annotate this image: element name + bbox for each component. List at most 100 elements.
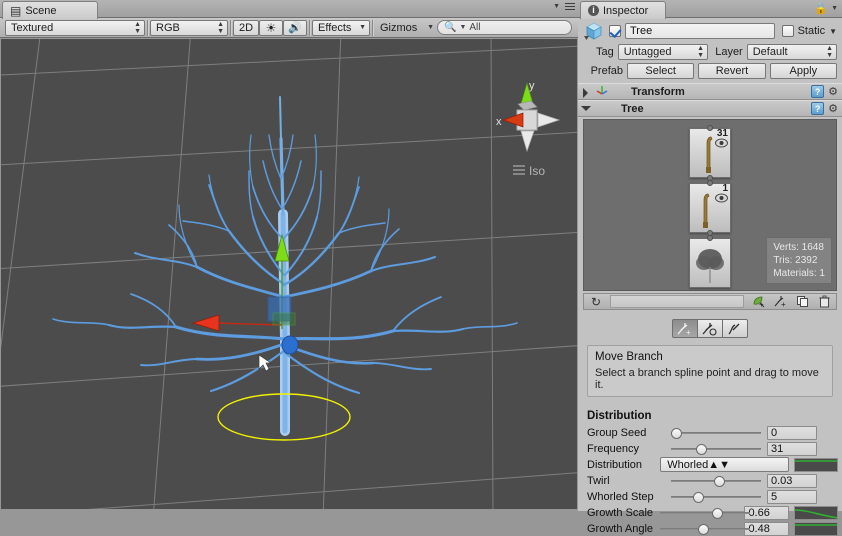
gizmos-dropdown[interactable]: Gizmos ▼ [375, 20, 437, 36]
updown-icon: ▲▼ [708, 458, 731, 471]
static-dropdown-arrow[interactable]: ▼ [829, 27, 837, 36]
property-row: Growth Angle 0.48 [587, 521, 838, 536]
updown-icon: ▲▼ [697, 45, 704, 59]
chevron-down-icon[interactable]: ▼ [831, 5, 838, 12]
projection-label: Iso [529, 164, 545, 178]
add-leaf-icon[interactable]: + [748, 294, 768, 309]
component-header-transform[interactable]: Transform ? ⚙ [578, 83, 842, 100]
tree-hierarchy-toolbar: ↻ + + [583, 293, 837, 310]
prefab-select-button[interactable]: Select [627, 63, 695, 79]
property-value: 5 [771, 490, 778, 503]
property-slider[interactable] [660, 506, 751, 520]
branch-move-tool-button[interactable]: + [672, 319, 698, 338]
slider-knob[interactable] [714, 475, 725, 487]
gizmo-xz-plane [272, 312, 296, 326]
property-label: Distribution [587, 458, 643, 471]
gameobject-name-input[interactable]: Tree [625, 23, 775, 39]
toolbar-separator [309, 19, 310, 36]
tree-node-leaf[interactable] [689, 235, 731, 288]
audio-toggle-button[interactable]: 🔊 [283, 19, 307, 36]
component-name-tree: Tree [621, 102, 644, 115]
foldout-arrow-icon[interactable] [582, 87, 591, 98]
help-icon[interactable]: ? [811, 102, 825, 115]
branch-freehand-tool-button[interactable] [722, 319, 748, 338]
layer-dropdown[interactable]: Default ▲ ▼ [746, 44, 837, 60]
property-value: 31 [771, 442, 784, 455]
materials-label: Materials: 1 [773, 268, 825, 279]
property-curve[interactable] [794, 521, 838, 536]
add-branch-icon[interactable]: + [770, 294, 790, 309]
inspector-panel: i Inspector 🔒 ▼ Tree Static ▼ Tag Untagg… [578, 0, 842, 536]
property-row: Twirl 0.03 [587, 473, 838, 488]
grid-icon: ▤ [10, 3, 22, 18]
tab-inspector[interactable]: i Inspector [580, 1, 666, 19]
tree-hierarchy-canvas[interactable]: 31 1 Verts: 1648 Tris: 2392 Materials: 1 [583, 119, 837, 291]
property-value: 0.48 [748, 522, 770, 535]
property-value-input[interactable]: 0.03 [767, 473, 817, 488]
property-slider[interactable] [671, 426, 761, 440]
gear-icon[interactable]: ⚙ [828, 102, 838, 115]
help-icon[interactable]: ? [811, 85, 825, 98]
slider-knob[interactable] [693, 491, 704, 503]
property-dropdown[interactable]: Whorled ▲▼ [660, 457, 789, 472]
tag-dropdown[interactable]: Untagged ▲ ▼ [617, 44, 708, 60]
tree-node-branch-2[interactable]: 1 [689, 180, 731, 236]
svg-text:+: + [781, 300, 786, 308]
refresh-icon[interactable]: ↻ [586, 294, 606, 309]
property-slider[interactable] [671, 442, 761, 456]
tab-scene[interactable]: ▤ Scene [2, 1, 98, 19]
property-value-input[interactable]: 0.48 [744, 521, 789, 536]
property-curve[interactable] [794, 457, 838, 472]
property-slider[interactable] [660, 522, 751, 536]
delete-icon[interactable] [814, 294, 834, 309]
property-value: 0.03 [771, 474, 793, 487]
slider-knob[interactable] [671, 427, 682, 439]
scene-panel: ▤ Scene ▼ Textured ▲ ▼ RGB ▲ ▼ 2D ☀ 🔊 Ef… [0, 0, 578, 511]
foldout-arrow-icon[interactable] [581, 104, 591, 113]
property-value-input[interactable]: 31 [767, 441, 817, 456]
property-value: Whorled [667, 458, 709, 471]
toolbar-separator [372, 19, 373, 36]
tree-node-branch-1[interactable]: 31 [689, 125, 731, 181]
draw-mode-dropdown[interactable]: Textured ▲ ▼ [5, 19, 145, 36]
prefab-apply-button[interactable]: Apply [769, 63, 837, 79]
slider-knob[interactable] [698, 523, 710, 535]
property-value-input[interactable]: 0.66 [744, 505, 789, 520]
help-title: Move Branch [595, 351, 663, 363]
toggle-2d-button[interactable]: 2D [233, 19, 259, 36]
scene-panel-menu[interactable]: ▼ [553, 3, 575, 10]
inspector-tabstrip: i Inspector 🔒 ▼ [578, 0, 842, 19]
property-value-input[interactable]: 5 [767, 489, 817, 504]
property-row: Distribution Whorled ▲▼ [587, 457, 838, 472]
scene-search-input[interactable]: 🔍 ▼ All [437, 20, 572, 35]
viewport-graphics: y x Iso [1, 39, 577, 509]
gameobject-enabled-checkbox[interactable] [609, 25, 621, 37]
gear-icon[interactable]: ⚙ [828, 85, 838, 98]
tool-help-box: Move Branch Select a branch spline point… [587, 345, 833, 397]
slider-knob[interactable] [712, 507, 724, 519]
scene-viewport[interactable]: y x Iso [1, 39, 577, 509]
duplicate-icon[interactable] [792, 294, 812, 309]
slider-knob[interactable] [696, 443, 707, 455]
property-curve[interactable] [794, 505, 838, 520]
slider-track [671, 431, 761, 434]
render-mode-dropdown[interactable]: RGB ▲ ▼ [150, 19, 228, 36]
property-row: Group Seed 0 [587, 425, 838, 440]
property-value-input[interactable]: 0 [767, 425, 817, 440]
updown-icon: ▲▼ [134, 20, 141, 35]
chevron-down-icon: ▼ [359, 24, 366, 31]
property-slider[interactable] [671, 474, 761, 488]
toolbar-separator [147, 19, 148, 36]
prefab-revert-button[interactable]: Revert [698, 63, 766, 79]
lighting-toggle-button[interactable]: ☀ [259, 19, 283, 36]
static-label: Static [797, 25, 826, 37]
lock-icon[interactable]: 🔒 [814, 2, 828, 15]
scene-toolbar: Textured ▲ ▼ RGB ▲ ▼ 2D ☀ 🔊 Effects ▼ Gi… [0, 18, 578, 38]
gizmo-center-handle [281, 335, 299, 355]
component-header-tree[interactable]: Tree ? ⚙ [578, 100, 842, 117]
slider-track [671, 495, 761, 498]
property-slider[interactable] [671, 490, 761, 504]
branch-rotate-tool-button[interactable] [697, 319, 723, 338]
static-checkbox[interactable] [781, 25, 794, 37]
effects-dropdown[interactable]: Effects ▼ [312, 19, 370, 36]
